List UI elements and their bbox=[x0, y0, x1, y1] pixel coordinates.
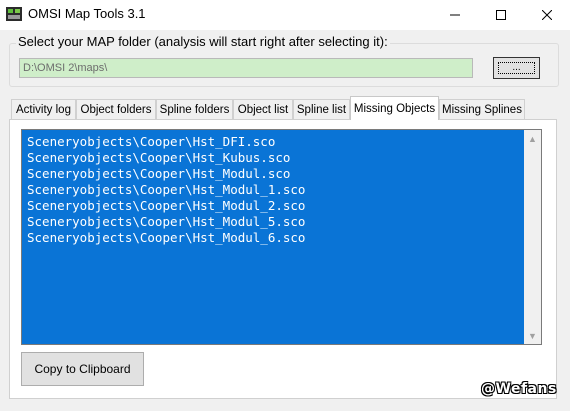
tab-spline-list[interactable]: Spline list bbox=[293, 99, 350, 119]
tab-label: Spline folders bbox=[159, 103, 230, 116]
tab-label: Missing Splines bbox=[442, 103, 522, 116]
maximize-icon bbox=[496, 10, 506, 20]
vertical-scrollbar[interactable]: ▲ ▼ bbox=[524, 130, 541, 344]
maximize-button[interactable] bbox=[478, 0, 524, 30]
tab-label: Activity log bbox=[16, 103, 71, 116]
list-item[interactable]: Sceneryobjects\Cooper\Hst_Modul_5.sco bbox=[27, 214, 305, 230]
list-item[interactable]: Sceneryobjects\Cooper\Hst_Modul_6.sco bbox=[27, 230, 305, 246]
list-item[interactable]: Sceneryobjects\Cooper\Hst_Modul_2.sco bbox=[27, 198, 305, 214]
app-icon bbox=[6, 7, 22, 21]
close-button[interactable] bbox=[524, 0, 570, 30]
tab-label: Object list bbox=[237, 103, 289, 116]
list-item[interactable]: Sceneryobjects\Cooper\Hst_Modul_1.sco bbox=[27, 182, 305, 198]
missing-objects-list[interactable]: Sceneryobjects\Cooper\Hst_DFI.sco Scener… bbox=[21, 129, 542, 345]
browse-button-label: ... bbox=[498, 62, 535, 74]
tab-label: Object folders bbox=[80, 103, 152, 116]
copy-to-clipboard-button[interactable]: Copy to Clipboard bbox=[21, 352, 144, 386]
window-title: OMSI Map Tools 3.1 bbox=[28, 6, 146, 21]
scroll-up-icon[interactable]: ▲ bbox=[524, 130, 541, 147]
tab-spline-folders[interactable]: Spline folders bbox=[156, 99, 233, 119]
tab-label: Missing Objects bbox=[353, 102, 436, 115]
scroll-down-icon[interactable]: ▼ bbox=[524, 327, 541, 344]
copy-button-label: Copy to Clipboard bbox=[34, 362, 131, 376]
folder-group-label: Select your MAP folder (analysis will st… bbox=[16, 34, 390, 49]
tab-label: Spline list bbox=[296, 103, 347, 116]
close-icon bbox=[542, 10, 552, 20]
title-bar: OMSI Map Tools 3.1 bbox=[0, 0, 570, 30]
tab-missing-objects[interactable]: Missing Objects bbox=[350, 96, 439, 120]
browse-folder-button[interactable]: ... bbox=[493, 57, 540, 79]
minimize-icon bbox=[450, 14, 460, 16]
watermark: @Wefans bbox=[481, 381, 557, 397]
tab-missing-splines[interactable]: Missing Splines bbox=[439, 99, 525, 119]
list-item[interactable]: Sceneryobjects\Cooper\Hst_Modul.sco bbox=[27, 166, 305, 182]
tab-object-list[interactable]: Object list bbox=[233, 99, 293, 119]
tab-object-folders[interactable]: Object folders bbox=[76, 99, 156, 119]
map-folder-path-field[interactable] bbox=[19, 58, 473, 78]
tab-activity-log[interactable]: Activity log bbox=[11, 99, 76, 119]
list-item[interactable]: Sceneryobjects\Cooper\Hst_Kubus.sco bbox=[27, 150, 305, 166]
minimize-button[interactable] bbox=[432, 0, 478, 30]
list-item[interactable]: Sceneryobjects\Cooper\Hst_DFI.sco bbox=[27, 134, 305, 150]
